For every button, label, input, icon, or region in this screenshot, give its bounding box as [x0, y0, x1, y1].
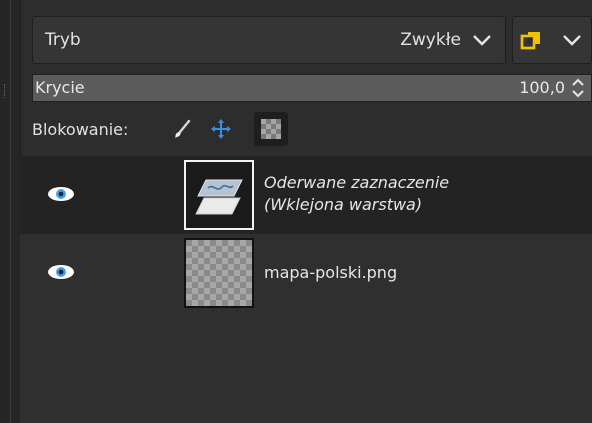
separator-line — [10, 0, 11, 423]
chevron-down-icon — [563, 35, 581, 46]
opacity-label: Krycie — [35, 78, 85, 97]
layers-dock: Tryb Zwykłe Krycie 100,0 Blokowanie: Ode… — [0, 0, 592, 423]
layer-name[interactable]: mapa-polski.png — [264, 262, 397, 284]
composite-mode-button[interactable] — [512, 16, 592, 64]
checkerboard-icon — [261, 119, 281, 139]
lock-position-button[interactable] — [208, 116, 234, 142]
dock-separator[interactable] — [0, 0, 21, 423]
mode-select[interactable]: Tryb Zwykłe — [32, 16, 506, 64]
spin-arrows-icon[interactable] — [569, 77, 587, 99]
layer-name-line-1: Oderwane zaznaczenie — [264, 173, 450, 192]
chevron-down-icon — [473, 35, 491, 46]
brush-icon — [175, 119, 191, 138]
eye-icon[interactable] — [44, 261, 78, 283]
layers-list[interactable]: Oderwane zaznaczenie (Wklejona warstwa) … — [20, 156, 592, 423]
move-arrows-icon — [211, 119, 231, 139]
layer-name-line-2: (Wklejona warstwa) — [264, 195, 423, 214]
layer-thumbnail — [184, 238, 254, 308]
lock-alpha-button[interactable] — [254, 112, 288, 146]
lock-label: Blokowanie: — [32, 120, 129, 139]
layer-row[interactable]: mapa-polski.png — [20, 234, 592, 312]
opacity-fill — [33, 75, 591, 101]
lock-toolbar: Blokowanie: — [26, 112, 592, 148]
layer-row[interactable]: Oderwane zaznaczenie (Wklejona warstwa) — [20, 156, 592, 234]
lock-pixels-button[interactable] — [170, 116, 196, 142]
eye-icon[interactable] — [44, 183, 78, 205]
mode-label: Tryb — [45, 30, 81, 50]
composite-mode-icon — [520, 32, 540, 50]
mode-value: Zwykłe — [400, 30, 461, 50]
opacity-value: 100,0 — [519, 78, 565, 97]
layer-name[interactable]: Oderwane zaznaczenie (Wklejona warstwa) — [264, 172, 449, 216]
layer-thumbnail — [184, 160, 254, 230]
resize-grip[interactable] — [4, 84, 8, 98]
floating-selection-icon — [195, 179, 243, 215]
opacity-spinscale[interactable]: Krycie 100,0 — [32, 74, 592, 102]
